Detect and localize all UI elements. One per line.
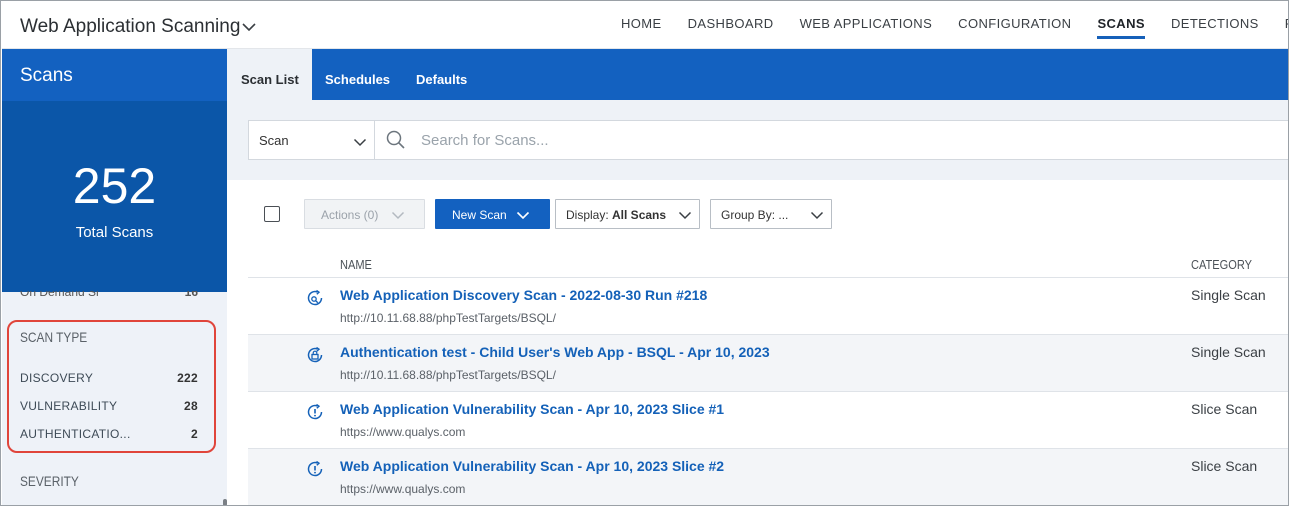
search-scope-value: Scan <box>259 133 289 148</box>
chevron-down-icon <box>391 209 405 223</box>
top-bar: Web Application Scanning HOME DASHBOARD … <box>2 2 1288 49</box>
scan-target-url: https://www.qualys.com <box>340 425 466 439</box>
scan-target-url: https://www.qualys.com <box>340 482 466 496</box>
nav-scans[interactable]: SCANS <box>1084 2 1158 49</box>
chevron-down-icon[interactable] <box>241 19 257 37</box>
search-icon <box>386 130 406 155</box>
sidebar-title: Scans <box>20 65 73 86</box>
severity-title: SEVERITY <box>20 473 79 489</box>
search-area: Scan <box>227 100 1288 180</box>
filter-label: On Demand Sl <box>20 291 99 299</box>
scan-list-toolbar: Actions (0) New Scan Display: All Scans … <box>227 180 1288 250</box>
scan-category: Single Scan <box>1191 287 1266 303</box>
filter-discovery[interactable]: DISCOVERY 222 <box>20 371 198 387</box>
new-scan-label: New Scan <box>452 208 507 222</box>
select-all-checkbox[interactable] <box>264 206 280 222</box>
filter-count: 28 <box>184 399 198 413</box>
tab-schedules[interactable]: Schedules <box>325 49 390 100</box>
chevron-down-icon <box>810 209 824 223</box>
filter-vulnerability[interactable]: VULNERABILITY 28 <box>20 399 198 415</box>
app-title[interactable]: Web Application Scanning <box>20 16 240 38</box>
nav-dashboard[interactable]: DASHBOARD <box>675 2 787 49</box>
filter-count: 16 <box>184 291 198 299</box>
new-scan-button[interactable]: New Scan <box>435 199 550 229</box>
table-row[interactable]: Web Application Vulnerability Scan - Apr… <box>248 449 1288 505</box>
scan-category: Slice Scan <box>1191 458 1258 474</box>
filter-label: DISCOVERY <box>20 371 94 385</box>
nav-reports[interactable]: REPO <box>1272 2 1288 49</box>
scan-name-link[interactable]: Web Application Vulnerability Scan - Apr… <box>340 458 724 474</box>
filter-count: 2 <box>191 427 198 441</box>
tab-defaults[interactable]: Defaults <box>416 49 467 100</box>
tab-bar: Scan List Schedules Defaults <box>227 49 1288 100</box>
main-content: Scan List Schedules Defaults Scan Search… <box>227 49 1288 505</box>
vulnerability-scan-icon <box>305 402 325 427</box>
display-value: All Scans <box>612 208 667 222</box>
column-header-name[interactable]: NAME <box>340 257 372 272</box>
sidebar-header: Scans <box>2 49 227 101</box>
scan-target-url: http://10.11.68.88/phpTestTargets/BSQL/ <box>340 368 556 382</box>
chevron-down-icon <box>678 209 692 223</box>
search-input[interactable] <box>421 121 1281 159</box>
sidebar: Scans 252 Total Scans On Demand Sl 16 SC… <box>2 49 227 505</box>
scan-category: Single Scan <box>1191 344 1266 360</box>
scan-name-link[interactable]: Web Application Discovery Scan - 2022-08… <box>340 287 707 303</box>
table-row[interactable]: Authentication test - Child User's Web A… <box>248 335 1288 392</box>
group-by-dropdown[interactable]: Group By: ... <box>710 199 832 229</box>
total-scans-panel: 252 Total Scans <box>2 101 227 292</box>
filter-label: VULNERABILITY <box>20 399 118 413</box>
scan-name-link[interactable]: Web Application Vulnerability Scan - Apr… <box>340 401 724 417</box>
discovery-scan-icon <box>305 288 325 313</box>
scan-name-link[interactable]: Authentication test - Child User's Web A… <box>340 344 770 360</box>
actions-button[interactable]: Actions (0) <box>304 199 425 229</box>
app-window: Web Application Scanning HOME DASHBOARD … <box>0 0 1289 506</box>
table-row[interactable]: Web Application Vulnerability Scan - Apr… <box>248 392 1288 449</box>
search-bar: Scan <box>248 120 1288 160</box>
scan-category: Slice Scan <box>1191 401 1258 417</box>
chevron-down-icon <box>353 135 367 150</box>
table-header: NAME CATEGORY <box>248 250 1288 278</box>
vulnerability-scan-icon <box>305 459 325 484</box>
nav-web-applications[interactable]: WEB APPLICATIONS <box>787 2 946 49</box>
scan-type-title: SCAN TYPE <box>20 329 88 345</box>
chevron-down-icon <box>516 209 530 223</box>
filter-count: 222 <box>177 371 198 385</box>
filter-authentication[interactable]: AUTHENTICATIO... 2 <box>20 427 198 443</box>
display-filter-dropdown[interactable]: Display: All Scans <box>555 199 700 229</box>
filter-row-on-demand[interactable]: On Demand Sl 16 <box>20 291 198 301</box>
main-nav: HOME DASHBOARD WEB APPLICATIONS CONFIGUR… <box>608 2 1288 49</box>
total-scans-count: 252 <box>72 158 157 214</box>
group-by-label: Group By: ... <box>721 208 789 222</box>
search-scope-select[interactable]: Scan <box>249 121 375 159</box>
nav-detections[interactable]: DETECTIONS <box>1158 2 1272 49</box>
filter-label: AUTHENTICATIO... <box>20 427 131 441</box>
table-row[interactable]: Web Application Discovery Scan - 2022-08… <box>248 278 1288 335</box>
nav-home[interactable]: HOME <box>608 2 675 49</box>
column-header-category[interactable]: CATEGORY <box>1191 257 1252 272</box>
display-prefix: Display: <box>566 208 613 222</box>
tab-scan-list[interactable]: Scan List <box>227 49 312 100</box>
scan-table: NAME CATEGORY Web Application Discovery … <box>248 250 1288 505</box>
total-scans-label: Total Scans <box>75 224 154 241</box>
scan-target-url: http://10.11.68.88/phpTestTargets/BSQL/ <box>340 311 556 325</box>
actions-label: Actions (0) <box>321 208 379 222</box>
authentication-scan-icon <box>305 345 325 370</box>
nav-configuration[interactable]: CONFIGURATION <box>945 2 1084 49</box>
